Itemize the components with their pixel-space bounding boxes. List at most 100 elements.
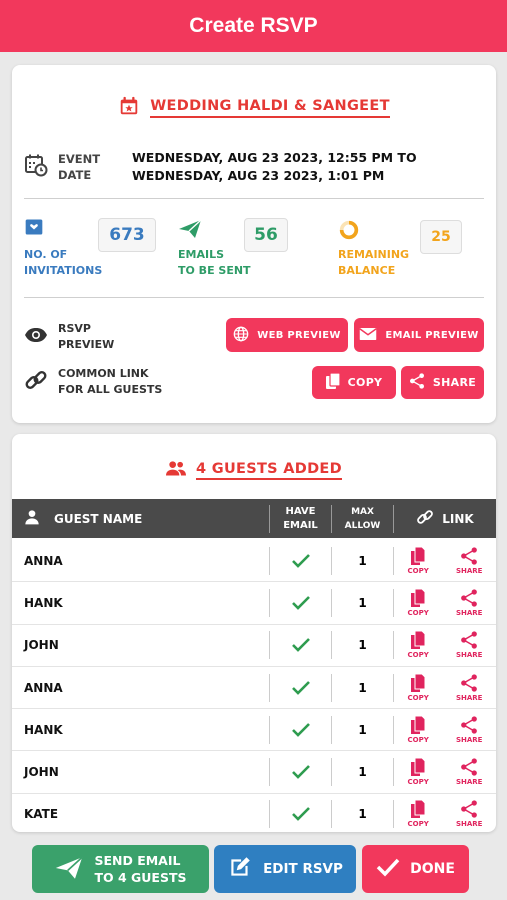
guest-name: JOHN <box>24 638 59 653</box>
guest-name: ANNA <box>24 680 63 695</box>
copy-icon <box>411 673 426 694</box>
guests-table-header: GUEST NAME HAVE EMAIL MAX ALLOW LINK <box>12 499 496 538</box>
send-email-label-line2: TO 4 GUESTS <box>94 870 187 885</box>
share-icon <box>409 373 425 392</box>
balance-label-line1: REMAINING <box>338 248 410 261</box>
have-email-check-icon <box>270 764 331 780</box>
row-link-actions: COPY SHARE <box>394 715 496 744</box>
guest-name: HANK <box>24 595 63 610</box>
row-share-button[interactable]: SHARE <box>456 631 482 659</box>
row-share-button[interactable]: SHARE <box>456 589 482 617</box>
rsvp-preview-row: RSVP PREVIEW <box>24 321 114 353</box>
link-icon <box>24 368 48 396</box>
common-link-row: COMMON LINK FOR ALL GUESTS <box>24 366 162 398</box>
emails-count: 56 <box>244 218 288 252</box>
guest-name-header: GUEST NAME <box>12 499 269 538</box>
row-link-actions: COPY SHARE <box>394 546 496 575</box>
copy-link-label: COPY <box>347 376 383 389</box>
max-allow-value: 1 <box>358 638 367 653</box>
person-icon <box>24 509 40 528</box>
share-icon <box>460 589 478 609</box>
guests-card: 4 GUESTS ADDED GUEST NAME HAVE EMAIL MAX… <box>12 434 496 832</box>
row-copy-label: COPY <box>407 608 429 617</box>
row-share-button[interactable]: SHARE <box>455 716 483 744</box>
row-copy-button[interactable]: COPY <box>408 757 429 786</box>
rsvp-preview-label-line1: RSVP <box>58 322 91 335</box>
max-allow-value: 1 <box>358 595 367 610</box>
max-allow-header-line2: ALLOW <box>344 520 381 531</box>
event-date-label: EVENT DATE <box>58 151 132 183</box>
row-copy-label: COPY <box>407 651 429 660</box>
email-preview-button[interactable]: EMAIL PREVIEW <box>354 318 484 352</box>
share-icon <box>460 631 478 651</box>
max-allow-value: 1 <box>358 680 367 695</box>
row-share-label: SHARE <box>455 735 483 744</box>
row-share-button[interactable]: SHARE <box>456 800 482 828</box>
have-email-check-icon <box>270 553 331 569</box>
guests-table-body: ANNA 1 COPY SHARE HANK 1 COPY SHARE JOHN 1 COPY SHA… <box>12 540 496 832</box>
max-allow-value: 1 <box>358 722 367 737</box>
balance-label: REMAINING BALANCE <box>338 247 409 287</box>
row-copy-button[interactable]: COPY <box>407 630 429 660</box>
invitations-label: NO. OF INVITATIONS <box>24 247 102 287</box>
group-icon <box>166 460 186 480</box>
rsvp-preview-label: RSVP PREVIEW <box>58 321 114 353</box>
calendar-clock-icon <box>24 153 48 181</box>
envelope-icon <box>359 327 378 344</box>
have-email-header-line1: HAVE <box>285 505 316 517</box>
row-link-actions: COPY SHARE <box>394 630 496 660</box>
web-preview-button[interactable]: WEB PREVIEW <box>226 318 348 352</box>
row-copy-button[interactable]: COPY <box>408 673 429 702</box>
calendar-icon <box>118 95 140 121</box>
balance-stat: REMAINING BALANCE 25 <box>338 217 488 287</box>
send-email-button[interactable]: SEND EMAIL TO 4 GUESTS <box>32 845 209 893</box>
event-date-to: WEDNESDAY, AUG 23 2023, 1:01 PM <box>132 168 385 183</box>
send-icon <box>178 219 202 243</box>
guests-count-title: 4 GUESTS ADDED <box>196 461 342 480</box>
share-link-button[interactable]: SHARE <box>401 366 484 399</box>
table-row: JOHN 1 COPY SHARE <box>12 625 496 667</box>
row-copy-label: COPY <box>407 566 429 575</box>
have-email-check-icon <box>270 806 331 822</box>
row-copy-button[interactable]: COPY <box>407 546 429 575</box>
link-header-label: LINK <box>442 511 474 526</box>
row-copy-button[interactable]: COPY <box>407 799 429 829</box>
copy-link-button[interactable]: COPY <box>312 366 396 399</box>
event-card: WEDDING HALDI & SANGEET EVENT DATE WEDNE… <box>12 65 496 423</box>
event-date-value: WEDNESDAY, AUG 23 2023, 12:55 PM TO WEDN… <box>132 149 417 185</box>
copy-icon <box>411 546 426 567</box>
event-date-label-line1: EVENT <box>58 152 101 166</box>
have-email-check-icon <box>270 722 331 738</box>
edit-rsvp-label: EDIT RSVP <box>263 861 343 877</box>
row-share-button[interactable]: SHARE <box>455 673 483 702</box>
row-link-actions: COPY SHARE <box>394 673 496 702</box>
share-icon <box>460 716 478 736</box>
row-share-button[interactable]: SHARE <box>456 547 482 575</box>
common-link-label-line1: COMMON LINK <box>58 367 149 380</box>
copy-icon <box>411 630 426 651</box>
edit-rsvp-button[interactable]: EDIT RSVP <box>214 845 356 893</box>
guest-name: JOHN <box>24 765 59 780</box>
row-share-button[interactable]: SHARE <box>455 758 483 787</box>
balance-label-line2: BALANCE <box>338 264 396 277</box>
row-copy-button[interactable]: COPY <box>408 715 429 744</box>
guest-name: KATE <box>24 807 59 822</box>
row-copy-button[interactable]: COPY <box>407 588 429 617</box>
email-preview-label: EMAIL PREVIEW <box>385 329 479 341</box>
row-link-actions: COPY SHARE <box>394 588 496 617</box>
row-copy-label: COPY <box>407 820 429 829</box>
emails-label: EMAILS TO BE SENT <box>178 247 251 287</box>
row-share-label: SHARE <box>455 693 483 702</box>
mail-heart-icon <box>24 217 44 241</box>
share-icon <box>460 673 478 694</box>
row-share-label: SHARE <box>455 778 483 787</box>
progress-ring-icon <box>338 219 360 245</box>
invitations-count: 673 <box>98 218 156 252</box>
table-row: HANK 1 COPY SHARE <box>12 582 496 625</box>
share-icon <box>460 800 478 820</box>
done-button[interactable]: DONE <box>362 845 469 893</box>
table-row: KATE 1 COPY SHARE <box>12 794 496 832</box>
invitations-stat: NO. OF INVITATIONS 673 <box>24 217 164 287</box>
have-email-check-icon <box>270 637 331 653</box>
guest-name-header-label: GUEST NAME <box>54 511 143 526</box>
